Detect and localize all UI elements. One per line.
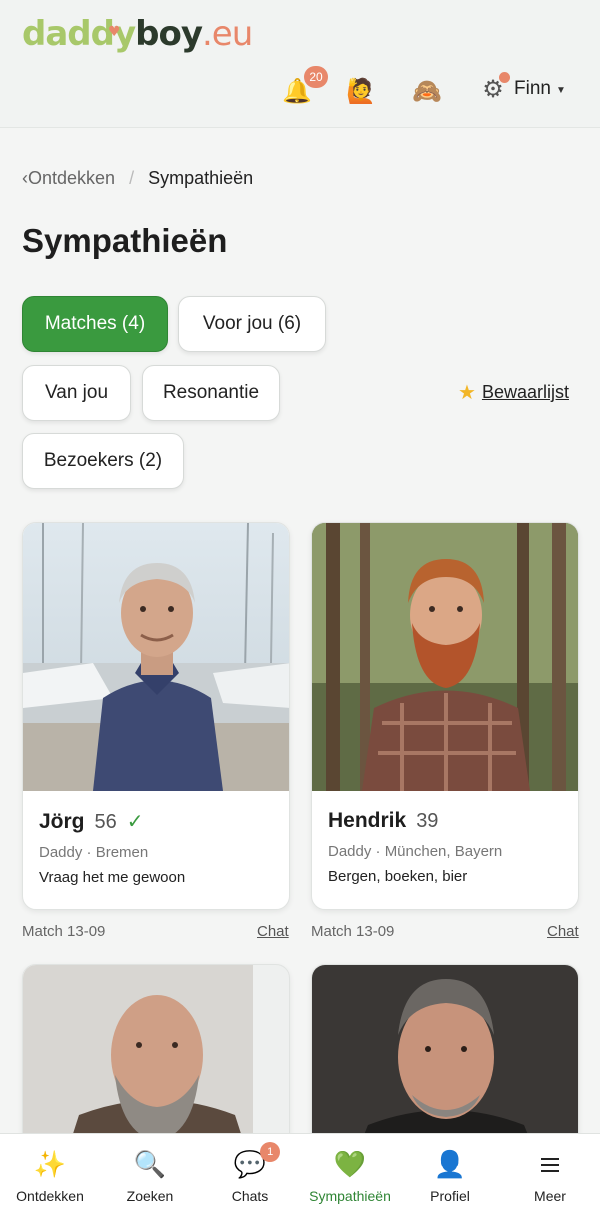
- nav-label: Chats: [231, 1188, 269, 1204]
- nav-profiel[interactable]: 👤 Profiel: [400, 1134, 500, 1219]
- settings-button[interactable]: ⚙: [478, 72, 510, 104]
- chat-link[interactable]: Chat: [547, 923, 579, 940]
- person-raising-hand-icon: 🙋: [346, 77, 376, 105]
- breadcrumb-separator: /: [129, 168, 135, 188]
- profile-tagline: Bergen, boeken, bier: [328, 868, 468, 885]
- profile-icon: 👤: [433, 1149, 467, 1179]
- breadcrumb: ‹Ontdekken / Sympathieën: [22, 168, 253, 189]
- profile-card-jorg[interactable]: Jörg 56 ✓ Daddy · Bremen Vraag het me ge…: [22, 522, 290, 910]
- logo[interactable]: daddyboy.eu ♥: [22, 14, 253, 54]
- notifications-button[interactable]: 🔔 20: [280, 66, 328, 108]
- logo-part-eu: .eu: [201, 14, 253, 54]
- profile-name: Jörg: [39, 810, 85, 833]
- profile-meta: Daddy · München, Bayern: [328, 843, 503, 860]
- bottom-nav: ✨ Ontdekken 🔍 Zoeken 💬 1 Chats 💚 Sympathi…: [0, 1133, 600, 1219]
- match-date: Match 13-09: [311, 923, 395, 940]
- verified-check-icon: ✓: [126, 811, 144, 833]
- nav-meer[interactable]: Meer: [500, 1134, 600, 1219]
- logo-part-boy: boy: [135, 14, 203, 54]
- profile-photo[interactable]: [23, 523, 289, 791]
- card-body: Hendrik 39 Daddy · München, Bayern Berge…: [328, 809, 562, 885]
- tab-voor-jou[interactable]: Voor jou (6): [178, 296, 326, 352]
- incognito-button[interactable]: 🙈: [410, 74, 444, 108]
- breadcrumb-back-link[interactable]: ‹Ontdekken: [22, 168, 115, 189]
- tab-bezoekers[interactable]: Bezoekers (2): [22, 433, 184, 489]
- profile-card-hendrik[interactable]: Hendrik 39 Daddy · München, Bayern Berge…: [311, 522, 579, 910]
- page-title: Sympathieën: [22, 222, 228, 259]
- card-body: Jörg 56 ✓ Daddy · Bremen Vraag het me ge…: [39, 809, 273, 886]
- menu-icon: [541, 1148, 559, 1180]
- tab-van-jou[interactable]: Van jou: [22, 365, 131, 421]
- breadcrumb-back-label: Ontdekken: [28, 168, 116, 188]
- settings-indicator-dot: [499, 72, 510, 83]
- caret-down-icon[interactable]: ▼: [556, 85, 566, 96]
- user-menu-name[interactable]: Finn: [514, 78, 551, 100]
- nav-label: Zoeken: [126, 1188, 174, 1204]
- nav-label: Meer: [534, 1188, 566, 1204]
- search-icon: 🔍: [133, 1149, 167, 1179]
- sparkles-icon: ✨: [33, 1149, 67, 1179]
- nav-label: Ontdekken: [16, 1188, 84, 1204]
- nav-zoeken[interactable]: 🔍 Zoeken: [100, 1134, 200, 1219]
- chat-link[interactable]: Chat: [257, 923, 289, 940]
- profile-viewers-button[interactable]: 🙋: [344, 74, 378, 108]
- chats-badge: 1: [260, 1142, 281, 1162]
- chat-icon: 💬 1: [234, 1142, 281, 1180]
- green-heart-icon: 💚: [333, 1149, 367, 1179]
- match-date: Match 13-09: [22, 923, 106, 940]
- nav-chats[interactable]: 💬 1 Chats: [200, 1134, 300, 1219]
- tab-resonantie[interactable]: Resonantie: [142, 365, 280, 421]
- notifications-badge: 20: [304, 66, 328, 88]
- nav-sympathieen[interactable]: 💚 Sympathieën: [300, 1134, 400, 1219]
- profile-tagline: Vraag het me gewoon: [39, 869, 186, 886]
- nav-label: Sympathieën: [309, 1188, 391, 1204]
- breadcrumb-current: Sympathieën: [148, 168, 254, 188]
- nav-label: Profiel: [430, 1188, 470, 1204]
- profile-meta: Daddy · Bremen: [39, 844, 149, 861]
- see-no-evil-monkey-icon: 🙈: [412, 77, 442, 105]
- app-header: daddyboy.eu ♥ 🔔 20 🙋 🙈 ⚙ Finn ▼: [0, 0, 600, 128]
- nav-ontdekken[interactable]: ✨ Ontdekken: [0, 1134, 100, 1219]
- bewaarlijst-link[interactable]: ★ Bewaarlijst: [458, 380, 569, 405]
- profile-age: 56: [94, 811, 117, 833]
- profile-name: Hendrik: [328, 809, 407, 832]
- logo-heart-icon: ♥: [108, 24, 121, 40]
- bewaarlijst-label: Bewaarlijst: [481, 382, 569, 402]
- profile-photo[interactable]: [312, 523, 578, 791]
- profile-age: 39: [416, 810, 439, 832]
- star-icon: ★: [458, 382, 476, 404]
- tab-matches[interactable]: Matches (4): [22, 296, 168, 352]
